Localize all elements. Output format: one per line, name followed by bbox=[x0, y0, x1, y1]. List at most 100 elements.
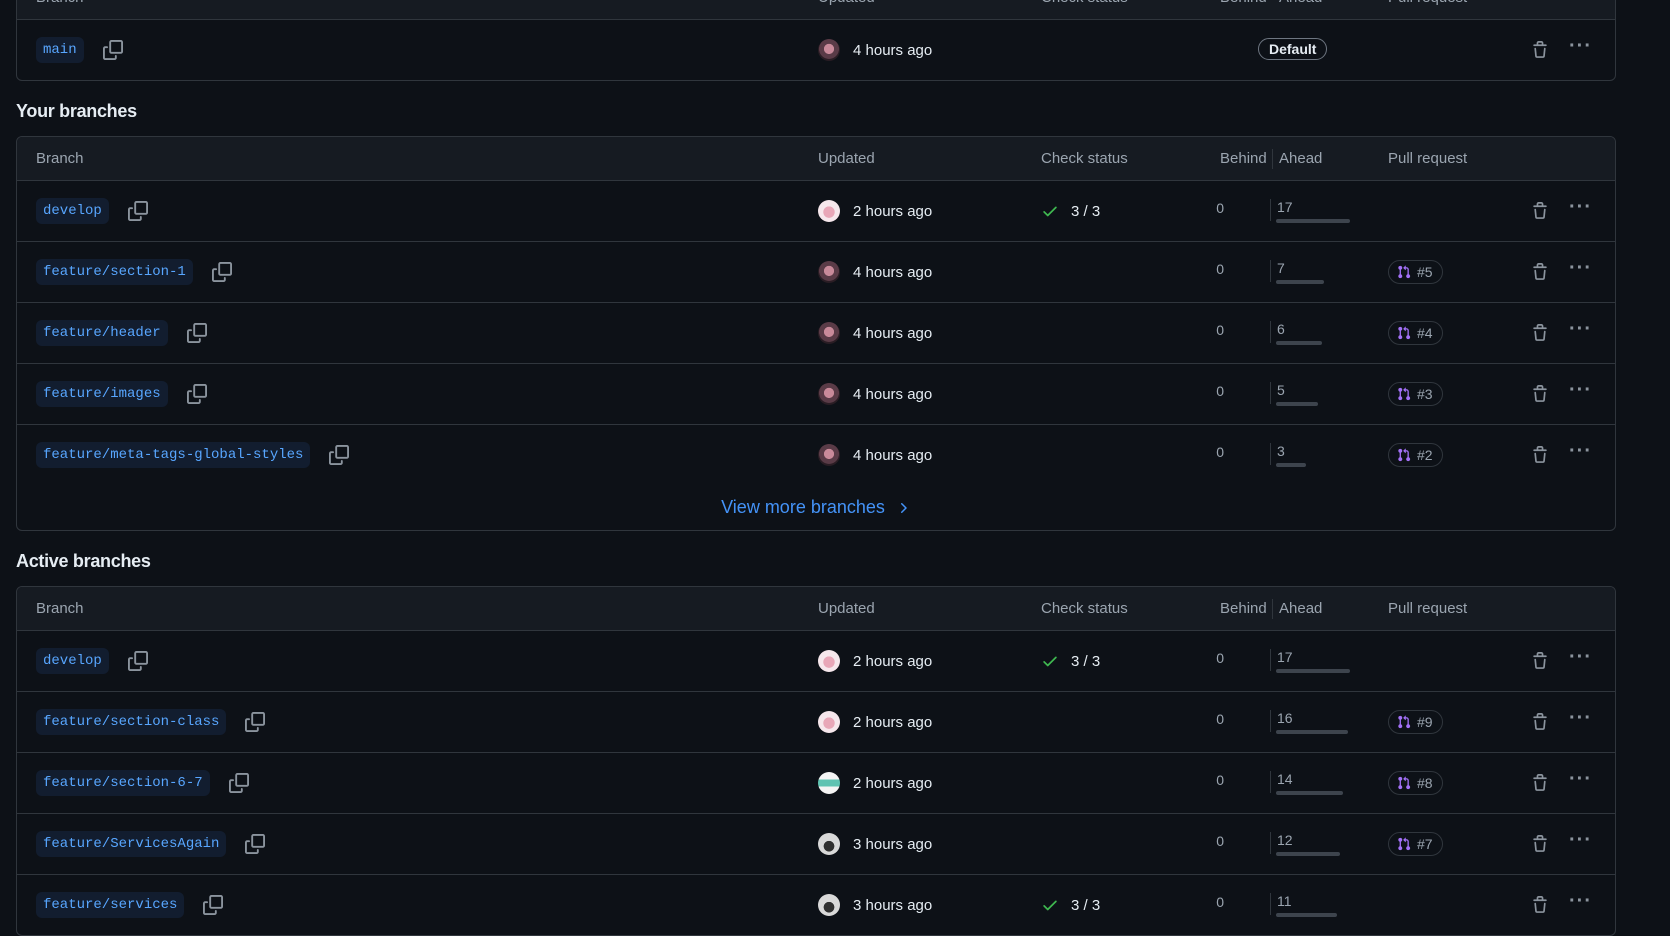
updated-time: 2 hours ago bbox=[853, 652, 933, 670]
branch-name-link[interactable]: feature/ServicesAgain bbox=[36, 831, 227, 857]
behind-ahead-cell: 0 12 bbox=[1197, 814, 1340, 874]
table-row: main 4 hours ago Default ··· bbox=[17, 20, 1615, 80]
pull-request-link[interactable]: #3 bbox=[1388, 382, 1443, 406]
branch-name-link[interactable]: feature/images bbox=[36, 381, 168, 407]
updated-time: 3 hours ago bbox=[853, 835, 933, 853]
pull-request-link[interactable]: #9 bbox=[1388, 710, 1443, 734]
branch-name-link[interactable]: feature/header bbox=[36, 320, 168, 346]
avatar[interactable] bbox=[818, 650, 840, 672]
branch-name-link[interactable]: main bbox=[36, 37, 84, 63]
table-row: feature/ServicesAgain 3 hours ago 0 12 #7 ··· bbox=[17, 814, 1615, 875]
copy-icon[interactable] bbox=[211, 261, 233, 283]
branch-name-link[interactable]: feature/section-1 bbox=[36, 259, 193, 285]
trash-icon[interactable] bbox=[1531, 202, 1549, 220]
check-status-cell[interactable]: 3 / 3 bbox=[1041, 631, 1100, 691]
trash-icon[interactable] bbox=[1531, 896, 1549, 914]
pull-request-link[interactable]: #4 bbox=[1388, 321, 1443, 345]
default-badge: Default bbox=[1258, 38, 1328, 60]
pull-request-link[interactable]: #8 bbox=[1388, 771, 1443, 795]
kebab-horizontal-icon[interactable]: ··· bbox=[1569, 197, 1592, 217]
updated-cell: 4 hours ago bbox=[818, 20, 932, 80]
copy-icon[interactable] bbox=[244, 711, 266, 733]
ahead-count: 3 bbox=[1277, 443, 1285, 459]
avatar[interactable] bbox=[818, 261, 840, 283]
kebab-horizontal-icon[interactable]: ··· bbox=[1569, 769, 1592, 789]
avatar[interactable] bbox=[818, 894, 840, 916]
view-more-branches-link[interactable]: View more branches bbox=[17, 485, 1615, 530]
branch-name-link[interactable]: feature/section-class bbox=[36, 709, 227, 735]
your-branches-rows: develop 2 hours ago 3 / 3 0 17 ··· feature/sec… bbox=[17, 181, 1615, 485]
trash-icon[interactable] bbox=[1531, 835, 1549, 853]
avatar[interactable] bbox=[818, 383, 840, 405]
trash-icon[interactable] bbox=[1531, 385, 1549, 403]
copy-icon[interactable] bbox=[328, 444, 350, 466]
kebab-horizontal-icon[interactable]: ··· bbox=[1569, 891, 1592, 911]
copy-icon[interactable] bbox=[244, 833, 266, 855]
trash-icon[interactable] bbox=[1531, 652, 1549, 670]
branch-name-link[interactable]: develop bbox=[36, 648, 109, 674]
copy-icon[interactable] bbox=[127, 200, 149, 222]
branch-name-link[interactable]: feature/meta-tags-global-styles bbox=[36, 442, 311, 468]
avatar[interactable] bbox=[818, 39, 840, 61]
git-pull-request-icon bbox=[1397, 265, 1411, 279]
trash-icon[interactable] bbox=[1531, 446, 1549, 464]
ahead-count: 17 bbox=[1277, 649, 1293, 665]
pull-request-link[interactable]: #2 bbox=[1388, 443, 1443, 467]
table-row: feature/section-1 4 hours ago 0 7 #5 ··· bbox=[17, 242, 1615, 303]
ahead-bar bbox=[1276, 913, 1337, 917]
branch-cell: feature/services bbox=[36, 875, 224, 935]
header-behind: Behind bbox=[1220, 0, 1267, 5]
check-icon bbox=[1041, 896, 1059, 914]
avatar[interactable] bbox=[818, 200, 840, 222]
updated-time: 2 hours ago bbox=[853, 774, 933, 792]
avatar[interactable] bbox=[818, 833, 840, 855]
behind-count: 0 bbox=[1216, 322, 1224, 338]
row-actions: ··· bbox=[1531, 425, 1592, 485]
branch-name-link[interactable]: feature/services bbox=[36, 892, 185, 918]
active-branches-rows: develop 2 hours ago 3 / 3 0 17 ··· feature/sec… bbox=[17, 631, 1615, 935]
table-row: feature/section-class 2 hours ago 0 16 #9 ··· bbox=[17, 692, 1615, 753]
avatar[interactable] bbox=[818, 322, 840, 344]
ahead-count: 5 bbox=[1277, 382, 1285, 398]
updated-time: 4 hours ago bbox=[853, 41, 933, 59]
check-icon bbox=[1041, 202, 1059, 220]
kebab-horizontal-icon[interactable]: ··· bbox=[1569, 647, 1592, 667]
pull-request-link[interactable]: #5 bbox=[1388, 260, 1443, 284]
kebab-horizontal-icon[interactable]: ··· bbox=[1569, 380, 1592, 400]
check-status-cell[interactable]: 3 / 3 bbox=[1041, 181, 1100, 241]
copy-icon[interactable] bbox=[202, 894, 224, 916]
pull-request-cell: #8 bbox=[1388, 753, 1443, 813]
branch-name-link[interactable]: develop bbox=[36, 198, 109, 224]
pull-request-link[interactable]: #7 bbox=[1388, 832, 1443, 856]
kebab-horizontal-icon[interactable]: ··· bbox=[1569, 830, 1592, 850]
your-branches-table: Branch Updated Check status Behind Ahead… bbox=[16, 136, 1616, 531]
kebab-horizontal-icon[interactable]: ··· bbox=[1569, 258, 1592, 278]
avatar[interactable] bbox=[818, 444, 840, 466]
avatar[interactable] bbox=[818, 772, 840, 794]
trash-icon[interactable] bbox=[1531, 41, 1549, 59]
trash-icon[interactable] bbox=[1531, 324, 1549, 342]
kebab-horizontal-icon[interactable]: ··· bbox=[1569, 36, 1592, 56]
trash-icon[interactable] bbox=[1531, 263, 1549, 281]
table-header: Branch Updated Check status Behind Ahead… bbox=[17, 0, 1615, 20]
behind-count: 0 bbox=[1216, 894, 1224, 910]
copy-icon[interactable] bbox=[228, 772, 250, 794]
view-more-label[interactable]: View more branches bbox=[721, 497, 885, 518]
git-pull-request-icon bbox=[1397, 715, 1411, 729]
behind-count: 0 bbox=[1216, 711, 1224, 727]
copy-icon[interactable] bbox=[102, 39, 124, 61]
branch-name-link[interactable]: feature/section-6-7 bbox=[36, 770, 210, 796]
copy-icon[interactable] bbox=[186, 383, 208, 405]
copy-icon[interactable] bbox=[127, 650, 149, 672]
kebab-horizontal-icon[interactable]: ··· bbox=[1569, 441, 1592, 461]
ahead-count: 14 bbox=[1277, 771, 1293, 787]
check-status-cell[interactable]: 3 / 3 bbox=[1041, 875, 1100, 935]
trash-icon[interactable] bbox=[1531, 774, 1549, 792]
kebab-horizontal-icon[interactable]: ··· bbox=[1569, 708, 1592, 728]
copy-icon[interactable] bbox=[186, 322, 208, 344]
trash-icon[interactable] bbox=[1531, 713, 1549, 731]
behind-ahead-graph: 03 bbox=[1197, 425, 1306, 485]
kebab-horizontal-icon[interactable]: ··· bbox=[1569, 319, 1592, 339]
avatar[interactable] bbox=[818, 711, 840, 733]
table-header: Branch Updated Check status Behind Ahead… bbox=[17, 137, 1615, 181]
